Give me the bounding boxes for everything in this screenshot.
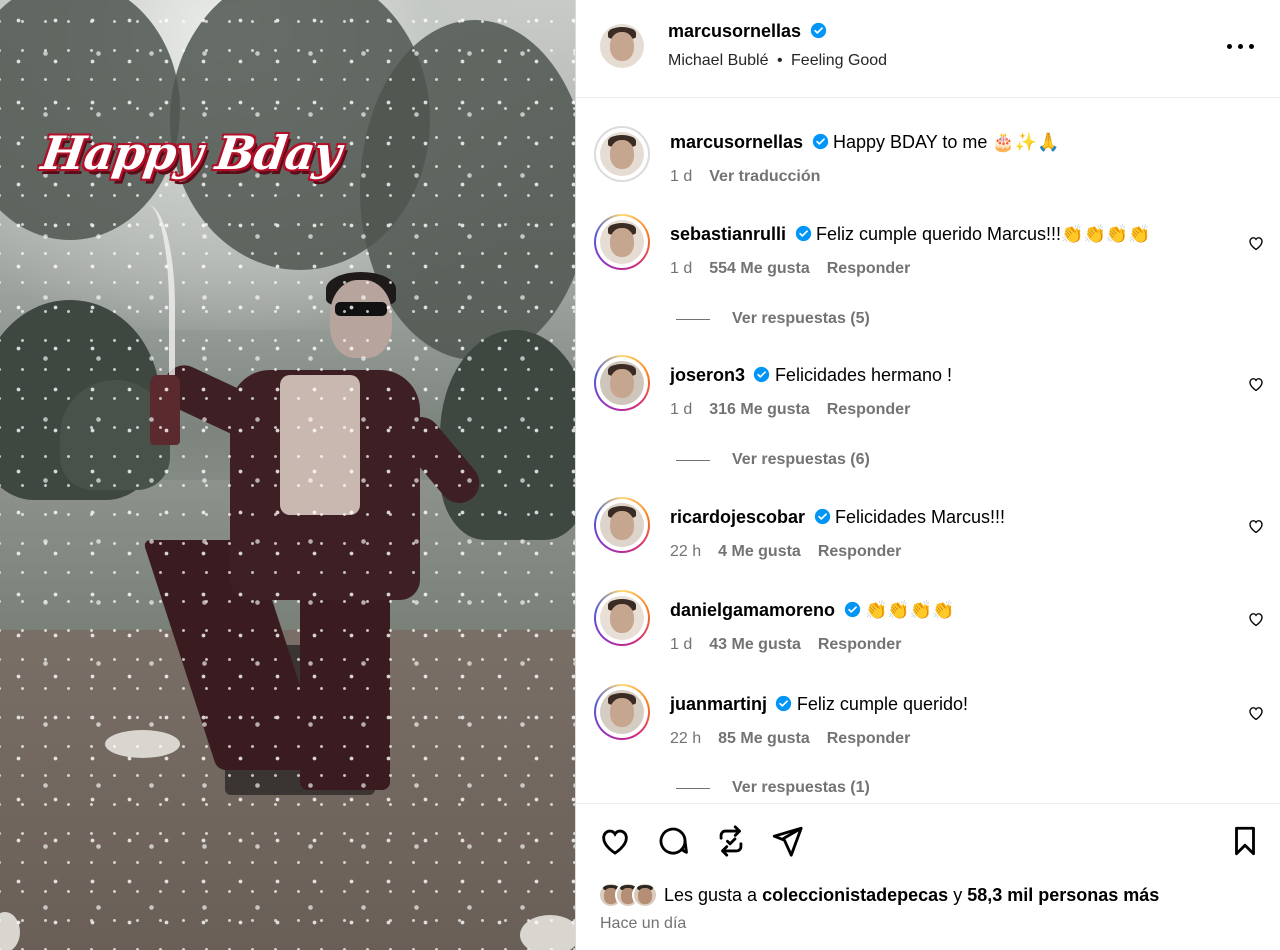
comment-meta: 22 h 85 Me gusta Responder (670, 730, 910, 748)
verified-badge-icon (810, 22, 826, 39)
comment-username[interactable]: juanmartinj (670, 694, 767, 714)
likes-prefix: Les gusta a (664, 884, 758, 905)
likes-others[interactable]: 58,3 mil personas más (967, 885, 1159, 906)
comment-meta: 1 d 316 Me gusta Responder (670, 401, 910, 419)
view-replies-button[interactable]: Ver respuestas (1) (676, 779, 870, 797)
verified-badge-icon (844, 601, 860, 618)
heart-icon[interactable] (1247, 375, 1265, 393)
author-avatar[interactable] (600, 24, 644, 68)
comment-text: Felicidades Marcus!!! (834, 507, 1006, 527)
comment-line: juanmartinj Feliz cumple querido! (670, 694, 968, 715)
verified-badge-icon (812, 133, 828, 150)
reply-button[interactable]: Responder (827, 730, 911, 748)
story-ring (594, 590, 650, 646)
audio-line: Michael Bublé • Feeling Good (668, 52, 887, 70)
more-options-button[interactable] (1227, 36, 1255, 56)
comment-time[interactable]: 1 d (670, 401, 692, 419)
post-header: marcusornellas Michael Bublé • Feeling G… (576, 0, 1280, 98)
caption-avatar-ring (594, 126, 650, 182)
translate-link[interactable]: Ver traducción (709, 168, 820, 186)
liker-avatar (632, 882, 658, 908)
audio-separator: • (776, 52, 783, 69)
comment-username[interactable]: ricardojescobar (670, 507, 805, 527)
verified-badge-icon (776, 695, 792, 712)
comment-time[interactable]: 1 d (670, 260, 692, 278)
verified-badge-icon (814, 508, 830, 525)
comment-meta: 22 h 4 Me gusta Responder (670, 543, 901, 561)
caption-text: Happy BDAY to me 🎂✨🙏 (832, 132, 1060, 152)
comment-likes[interactable]: 85 Me gusta (718, 730, 810, 748)
post-timestamp[interactable]: Hace un día (600, 915, 686, 933)
comment-line: danielgamamoreno 👏👏👏👏 (670, 600, 955, 621)
caption-username[interactable]: marcusornellas (670, 132, 803, 152)
comment-likes[interactable]: 43 Me gusta (709, 636, 801, 654)
comment-line: sebastianrulli Feliz cumple querido Marc… (670, 224, 1151, 245)
comment-time[interactable]: 1 d (670, 636, 692, 654)
bookmark-icon[interactable] (1228, 824, 1262, 858)
comment-username[interactable]: sebastianrulli (670, 224, 786, 244)
verified-badge-icon (754, 366, 770, 383)
comment-likes[interactable]: 316 Me gusta (709, 401, 809, 419)
post-actions: Les gusta a coleccionistadepecas y 58,3 … (576, 803, 1280, 950)
reply-button[interactable]: Responder (827, 260, 911, 278)
comment-text: Felicidades hermano ! (774, 365, 953, 385)
comment-meta: 1 d 43 Me gusta Responder (670, 636, 901, 654)
repost-icon[interactable] (714, 824, 748, 858)
heart-icon[interactable] (598, 824, 632, 858)
heart-icon[interactable] (1247, 517, 1265, 535)
heart-icon[interactable] (1247, 704, 1265, 722)
comment-text: Feliz cumple querido Marcus!!!👏👏👏👏 (815, 224, 1151, 244)
comment-text: 👏👏👏👏 (864, 600, 955, 620)
comment-time[interactable]: 22 h (670, 730, 701, 748)
author-line: marcusornellas (668, 21, 827, 42)
reply-button[interactable]: Responder (818, 636, 902, 654)
audio-artist[interactable]: Michael Bublé (668, 52, 769, 69)
reply-button[interactable]: Responder (827, 401, 911, 419)
likes-summary: Les gusta a coleccionistadepecas y 58,3 … (598, 882, 1159, 908)
comment-likes[interactable]: 4 Me gusta (718, 543, 801, 561)
comment-line: joseron3 Felicidades hermano ! (670, 365, 952, 386)
heart-icon[interactable] (1247, 610, 1265, 628)
comment-likes[interactable]: 554 Me gusta (709, 260, 809, 278)
comment-line: ricardojescobar Felicidades Marcus!!! (670, 507, 1005, 528)
story-ring (594, 684, 650, 740)
caption-line: marcusornellas Happy BDAY to me 🎂✨🙏 (670, 132, 1060, 153)
comment-username[interactable]: danielgamamoreno (670, 600, 835, 620)
comment-icon[interactable] (656, 824, 690, 858)
story-ring (594, 497, 650, 553)
story-ring (594, 355, 650, 411)
caption-time[interactable]: 1 d (670, 168, 692, 186)
comment-time[interactable]: 22 h (670, 543, 701, 561)
post-panel: marcusornellas Michael Bublé • Feeling G… (575, 0, 1280, 950)
view-replies-button[interactable]: Ver respuestas (6) (676, 451, 870, 469)
author-username[interactable]: marcusornellas (668, 21, 801, 41)
comment-avatar[interactable] (600, 503, 644, 547)
comment-avatar[interactable] (600, 361, 644, 405)
comment-avatar[interactable] (600, 690, 644, 734)
likes-and: y (953, 884, 963, 905)
comment-avatar[interactable] (600, 596, 644, 640)
send-icon[interactable] (770, 824, 804, 858)
post-photo[interactable]: Happy Bday (0, 0, 575, 950)
audio-song[interactable]: Feeling Good (791, 52, 887, 69)
caption-meta: 1 d Ver traducción (670, 168, 820, 186)
caption-avatar[interactable] (600, 132, 644, 176)
comment-avatar[interactable] (600, 220, 644, 264)
photo-overlay-text: Happy Bday (38, 126, 344, 180)
likes-user[interactable]: coleccionistadepecas (762, 885, 948, 906)
verified-badge-icon (795, 225, 811, 242)
story-ring (594, 214, 650, 270)
reply-button[interactable]: Responder (818, 543, 902, 561)
heart-icon[interactable] (1247, 234, 1265, 252)
comment-text: Feliz cumple querido! (796, 694, 969, 714)
view-replies-button[interactable]: Ver respuestas (5) (676, 310, 870, 328)
comment-username[interactable]: joseron3 (670, 365, 745, 385)
comment-meta: 1 d 554 Me gusta Responder (670, 260, 910, 278)
